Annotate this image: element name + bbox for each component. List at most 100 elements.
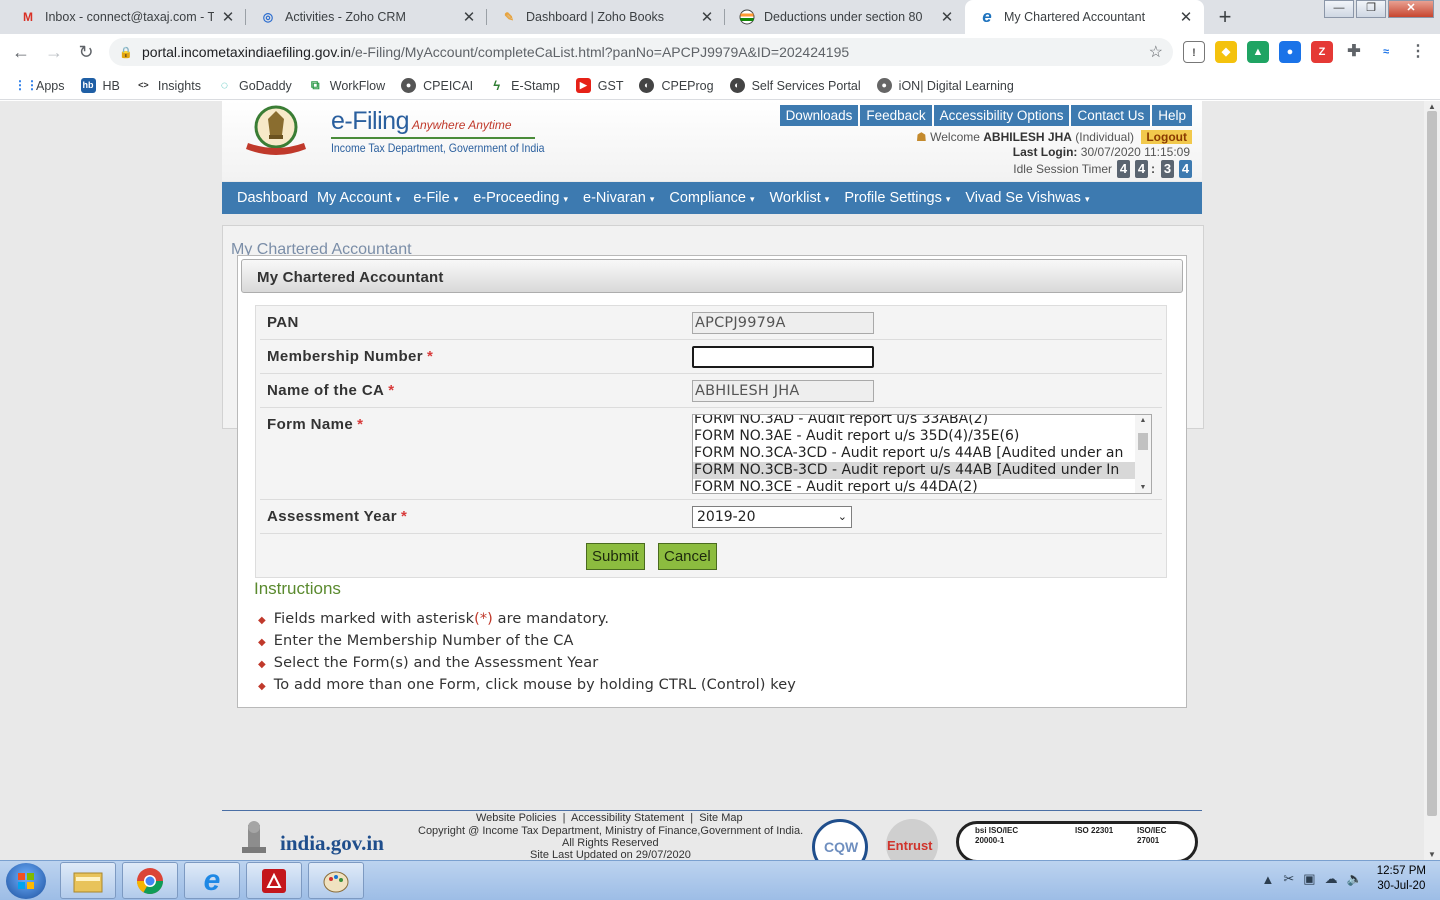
volume-icon[interactable]: 🔈 — [1347, 871, 1363, 887]
bookmark-estamp[interactable]: ϟ E-Stamp — [489, 78, 560, 93]
show-hidden-icons-icon[interactable]: ▲ — [1262, 872, 1275, 887]
reload-button[interactable]: ↻ — [73, 40, 99, 64]
listbox-scroll-thumb[interactable] — [1138, 433, 1148, 450]
menu-e-file[interactable]: e-File ▾ — [406, 190, 458, 206]
bookmark-cpeprog[interactable]: ◐ CPEProg — [639, 78, 714, 93]
window-close-button[interactable]: ✕ — [1388, 0, 1434, 18]
bookmark-self-services[interactable]: ◐ Self Services Portal — [729, 78, 861, 93]
bookmark-label: E-Stamp — [511, 78, 560, 93]
globe-icon: ◐ — [729, 78, 745, 93]
submit-button[interactable]: Submit — [586, 543, 645, 570]
start-button[interactable] — [6, 863, 46, 899]
downloads-link[interactable]: Downloads — [779, 105, 859, 126]
menu-e-nivaran[interactable]: e-Nivaran ▾ — [576, 190, 654, 206]
taskbar-acrobat[interactable] — [246, 862, 302, 899]
form-option[interactable]: FORM NO.3CA-3CD - Audit report u/s 44AB … — [693, 445, 1135, 462]
menu-dashboard[interactable]: Dashboard — [230, 190, 308, 206]
system-clock[interactable]: 12:57 PM 30-Jul-20 — [1377, 864, 1426, 894]
bookmark-label: Insights — [157, 78, 201, 93]
accessibility-link[interactable]: Accessibility Options — [933, 105, 1070, 126]
form-name-listbox[interactable]: FORM NO.3AD - Audit report u/s 33ABA(2) … — [692, 414, 1152, 494]
instruction-text: are mandatory. — [492, 611, 610, 627]
scroll-up-arrow-icon[interactable]: ▲ — [1424, 102, 1440, 111]
taskbar-file-explorer[interactable] — [60, 862, 116, 899]
menu-vivad-se-vishwas[interactable]: Vivad Se Vishwas ▾ — [958, 190, 1089, 206]
bookmark-godaddy[interactable]: ◌ GoDaddy — [217, 78, 292, 93]
taskbar-paint[interactable] — [308, 862, 364, 899]
page-scroll-thumb[interactable] — [1427, 111, 1437, 816]
badge-label: bsi ISO/IEC 20000-1 — [975, 826, 1019, 845]
tab-close-icon[interactable]: ✕ — [939, 8, 955, 26]
puzzle-extensions-icon[interactable]: ✚ — [1343, 41, 1365, 63]
browser-tab-gmail[interactable]: M Inbox - connect@taxaj.com - Tax ✕ — [6, 0, 246, 34]
cancel-button[interactable]: Cancel — [658, 543, 717, 570]
tab-close-icon[interactable]: ✕ — [461, 8, 477, 26]
menu-my-account[interactable]: My Account ▾ — [310, 190, 400, 206]
badge-label: ISO/IEC 27001 — [1137, 826, 1167, 845]
form-option-selected[interactable]: FORM NO.3CB-3CD - Audit report u/s 44AB … — [693, 462, 1135, 479]
bookmark-apps[interactable]: ⋮⋮ Apps — [14, 78, 65, 93]
bookmark-star-icon[interactable]: ☆ — [1149, 42, 1163, 62]
feedback-extension-icon[interactable]: ! — [1183, 41, 1205, 63]
assessment-year-select[interactable]: 2019-20 ⌄ — [692, 506, 852, 528]
bookmark-label: iON| Digital Learning — [898, 78, 1014, 93]
logout-link[interactable]: Logout — [1141, 130, 1192, 144]
page-scrollbar[interactable]: ▲ ▼ — [1424, 101, 1440, 860]
membership-number-input[interactable] — [692, 346, 874, 368]
form-option[interactable]: FORM NO.3AE - Audit report u/s 35D(4)/35… — [693, 428, 1135, 445]
form-option[interactable]: FORM NO.3AD - Audit report u/s 33ABA(2) — [693, 415, 1135, 428]
bookmark-workflow[interactable]: ⧉ WorkFlow — [308, 78, 385, 93]
browser-tab-deductions[interactable]: Deductions under section 80 ✕ — [725, 0, 965, 34]
feedback-link[interactable]: Feedback — [860, 105, 932, 126]
account-extension-icon[interactable]: ● — [1279, 41, 1301, 63]
shield-extension-icon[interactable]: ◆ — [1215, 41, 1237, 63]
tab-close-icon[interactable]: ✕ — [1178, 8, 1194, 26]
scroll-down-arrow-icon[interactable]: ▼ — [1135, 484, 1151, 491]
profile-icon[interactable]: ≈ — [1375, 41, 1397, 63]
site-map-link[interactable]: Site Map — [699, 812, 742, 824]
forward-button[interactable]: → — [41, 40, 67, 64]
browser-menu-icon[interactable]: ⋮ — [1407, 41, 1429, 63]
menu-e-proceeding[interactable]: e-Proceeding ▾ — [466, 190, 568, 206]
new-tab-button[interactable]: + — [1211, 4, 1239, 30]
form-option[interactable]: FORM NO.3CE - Audit report u/s 44DA(2) — [693, 479, 1135, 493]
tab-close-icon[interactable]: ✕ — [220, 8, 236, 26]
monitor-tray-icon[interactable]: ▣ — [1303, 871, 1315, 887]
browser-tab-zoho-crm[interactable]: ◎ Activities - Zoho CRM ✕ — [246, 0, 487, 34]
bookmark-insights[interactable]: <> Insights — [136, 78, 201, 93]
menu-label: e-Proceeding — [473, 190, 560, 206]
godaddy-icon: ◌ — [220, 78, 229, 92]
zoho-extension-icon[interactable]: Z — [1311, 41, 1333, 63]
help-link[interactable]: Help — [1152, 105, 1192, 126]
cloud-tray-icon[interactable]: ☁ — [1325, 871, 1338, 887]
tools-tray-icon[interactable]: ✂ — [1283, 871, 1294, 887]
browser-tab-my-ca[interactable]: e My Chartered Accountant ✕ — [965, 0, 1204, 34]
contact-us-link[interactable]: Contact Us — [1071, 105, 1151, 126]
bookmark-cpeicai[interactable]: ● CPEICAI — [401, 78, 473, 93]
listbox-scrollbar[interactable]: ▲ ▼ — [1135, 415, 1151, 493]
india-gov-logo[interactable]: india.gov.in — [230, 819, 400, 859]
chevron-down-icon: ▾ — [749, 194, 755, 204]
menu-worklist[interactable]: Worklist ▾ — [763, 190, 830, 206]
minimize-button[interactable]: — — [1324, 0, 1354, 18]
taskbar-chrome[interactable] — [122, 862, 178, 899]
address-bar[interactable]: 🔒 portal.incometaxindiaefiling.gov.in/e-… — [109, 38, 1173, 66]
accessibility-statement-link[interactable]: Accessibility Statement — [571, 812, 684, 824]
maximize-button[interactable]: ❐ — [1356, 0, 1386, 18]
scroll-up-arrow-icon[interactable]: ▲ — [1135, 417, 1151, 424]
asterisk-mark: (*) — [474, 611, 493, 627]
browser-tab-zoho-books[interactable]: ✎ Dashboard | Zoho Books ✕ — [487, 0, 725, 34]
tab-close-icon[interactable]: ✕ — [699, 8, 715, 26]
back-button[interactable]: ← — [8, 40, 34, 64]
taskbar-internet-explorer[interactable]: e — [184, 862, 240, 899]
scroll-down-arrow-icon[interactable]: ▼ — [1424, 850, 1440, 859]
menu-profile-settings[interactable]: Profile Settings ▾ — [837, 190, 950, 206]
ca-name-label: Name of the CA * — [267, 382, 395, 399]
tab-title: Deductions under section 80 — [764, 10, 923, 24]
website-policies-link[interactable]: Website Policies — [476, 812, 557, 824]
menu-compliance[interactable]: Compliance ▾ — [662, 190, 754, 206]
bookmark-ion[interactable]: ● iON| Digital Learning — [876, 78, 1014, 93]
bookmark-hb[interactable]: hb HB — [80, 78, 120, 93]
google-drive-icon[interactable]: ▲ — [1247, 41, 1269, 63]
bookmark-gst[interactable]: ▶ GST — [575, 78, 623, 93]
